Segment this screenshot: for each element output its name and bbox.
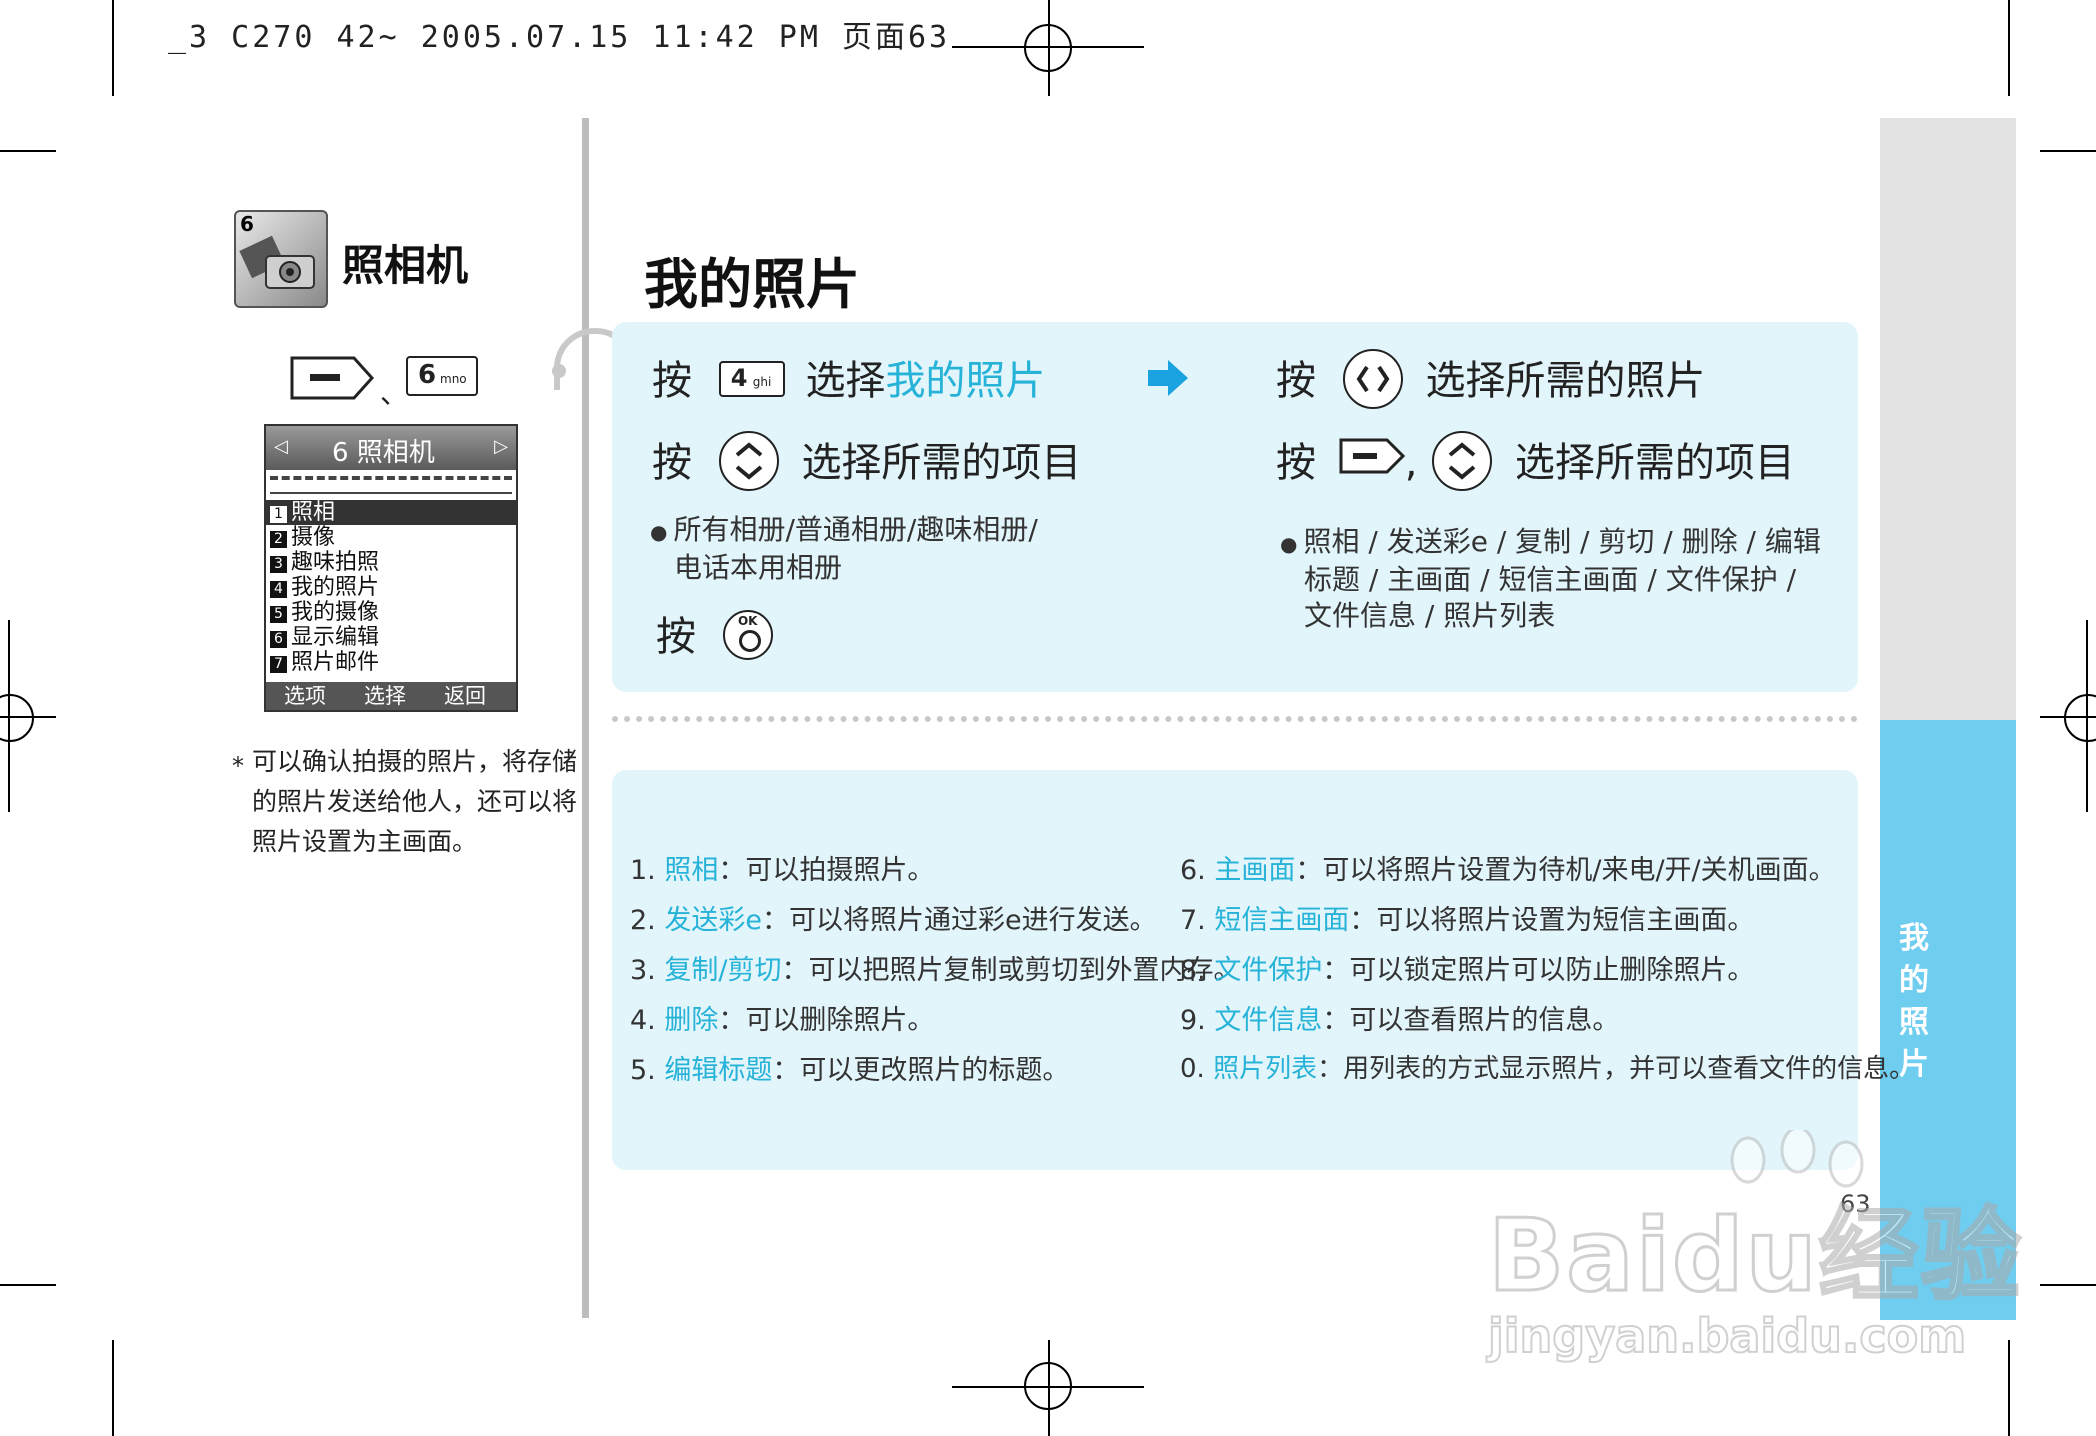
step3: 按 OK	[656, 604, 773, 664]
list-item[interactable]: 3 趣味拍照	[266, 550, 516, 575]
softkey-options[interactable]: 选项	[284, 682, 326, 710]
column-divider	[582, 118, 589, 1318]
binding-dot	[552, 364, 566, 378]
up-down-nav-key[interactable]	[718, 431, 779, 491]
up-down-arrow-icon	[735, 442, 762, 480]
watermark: Baidu经验 jingyan.baidu.com	[1487, 1130, 2023, 1364]
up-down-nav-key[interactable]	[1432, 431, 1493, 491]
softkey-back[interactable]: 返回	[444, 682, 486, 710]
crop-mark	[112, 0, 114, 96]
page-title: 我的照片	[644, 253, 860, 316]
arrow-right-icon	[1148, 360, 1188, 396]
function-item: 1. 照相：可以拍摄照片。	[630, 855, 935, 886]
step2-right: 按 , 选择所需的项目	[1276, 430, 1795, 495]
function-item: 0. 照片列表：用列表的方式显示照片，并可以查看文件的信息。	[1180, 1054, 1916, 1084]
crop-mark	[2008, 0, 2010, 96]
function-item: 4. 删除：可以删除照片。	[630, 1005, 935, 1036]
ok-key[interactable]: OK	[722, 610, 773, 660]
step1: 按 4 ghi 选择我的照片	[652, 358, 1046, 404]
up-down-arrow-icon	[1448, 442, 1476, 480]
registration-circle	[0, 694, 34, 742]
softkey-select[interactable]: 选择	[364, 682, 406, 710]
camera-icon	[239, 235, 315, 289]
list-item[interactable]: 6 显示编辑	[266, 625, 516, 650]
crop-mark	[0, 1284, 56, 1286]
crop-mark	[112, 1340, 114, 1436]
side-tab-char: 我	[1899, 921, 1929, 956]
softkey-left[interactable]	[290, 356, 375, 404]
registration-circle	[2064, 694, 2096, 742]
function-item: 5. 编辑标题：可以更改照片的标题。	[630, 1055, 1070, 1086]
key-6-number: 6	[418, 360, 437, 390]
step2: 按 选择所需的项目	[652, 430, 1081, 495]
left-right-arrow-icon	[1356, 365, 1390, 393]
list-item[interactable]: 7 照片邮件	[266, 650, 516, 675]
left-arrow-icon: ◁	[274, 436, 288, 457]
dotted-divider	[612, 716, 1858, 722]
side-tab-char: 照	[1899, 1005, 1929, 1040]
function-item: 7. 短信主画面：可以将照片设置为短信主画面。	[1180, 905, 1755, 936]
bullet-options: ● 照相 / 发送彩e / 复制 / 剪切 / 删除 / 编辑 标题 / 主画面 …	[1280, 525, 1821, 632]
note-line: 可以确认拍摄的照片，将存储	[252, 747, 578, 776]
function-item: 8. 文件保护：可以锁定照片可以防止删除照片。	[1180, 955, 1755, 986]
phone-screen-header: ◁ 6 照相机 ▷	[266, 426, 516, 470]
list-item[interactable]: 4 我的照片	[266, 575, 516, 600]
sidebar-note: 可以确认拍摄的照片，将存储 的照片发送给他人，还可以将 照片设置为主画面。	[252, 742, 577, 862]
softkey-left-small[interactable]	[1339, 438, 1405, 484]
list-item[interactable]: 1 照相	[266, 500, 516, 525]
key-6[interactable]: 6 mno	[406, 356, 478, 396]
section-title: 照相机	[342, 241, 469, 290]
camera-menu-icon: 6	[234, 210, 328, 308]
phone-screen: ◁ 6 照相机 ▷ 1 照相 2 摄像 3 趣味拍照 4 我的照片 5 我的摄像 6 显示编…	[264, 424, 518, 712]
list-item[interactable]: 2 摄像	[266, 525, 516, 550]
note-line: 照片设置为主画面。	[252, 827, 478, 856]
watermark-url: jingyan.baidu.com	[1487, 1308, 1967, 1364]
key-separator: 、	[380, 377, 409, 410]
left-softkey-icon	[290, 356, 375, 400]
note-line: 的照片发送给他人，还可以将	[252, 787, 578, 816]
list-item[interactable]: 5 我的摄像	[266, 600, 516, 625]
left-right-nav-key[interactable]	[1342, 349, 1403, 409]
side-strip	[1880, 118, 2016, 720]
ok-key-icon	[738, 630, 761, 652]
key-6-letters: mno	[440, 372, 467, 386]
crop-mark	[2040, 150, 2096, 152]
function-item: 6. 主画面：可以将照片设置为待机/来电/开/关机画面。	[1180, 855, 1836, 886]
left-softkey-icon	[1339, 438, 1405, 474]
key-4[interactable]: 4 ghi	[718, 361, 785, 397]
function-item: 3. 复制/剪切：可以把照片复制或剪切到外置内存。	[630, 955, 1241, 986]
bullet-albums: ● 所有相册/普通相册/趣味相册/ 电话本用相册	[650, 513, 1038, 584]
print-header: _3 C270 42~ 2005.07.15 11:42 PM 页面63	[168, 20, 951, 55]
function-item: 9. 文件信息：可以查看照片的信息。	[1180, 1005, 1620, 1036]
softkey-bar: 选项 选择 返回	[266, 682, 516, 710]
watermark-brand: Baidu经验	[1487, 1196, 2023, 1316]
tab-strip	[270, 476, 512, 494]
registration-circle	[1024, 1362, 1072, 1410]
crop-mark	[2040, 1284, 2096, 1286]
side-tab-char: 的	[1899, 963, 1929, 998]
step1-right: 按 选择所需的照片	[1276, 348, 1705, 413]
registration-circle	[1024, 24, 1072, 72]
function-item: 2. 发送彩e：可以将照片通过彩e进行发送。	[630, 905, 1157, 936]
phone-menu-list: 1 照相 2 摄像 3 趣味拍照 4 我的照片 5 我的摄像 6 显示编辑 7 照片邮件	[266, 500, 516, 675]
phone-screen-title: 6 照相机	[332, 438, 435, 468]
highlight-my-photos: 我的照片	[885, 358, 1046, 404]
right-arrow-icon: ▷	[494, 436, 508, 457]
crop-mark	[0, 150, 56, 152]
note-star: *	[232, 752, 244, 780]
